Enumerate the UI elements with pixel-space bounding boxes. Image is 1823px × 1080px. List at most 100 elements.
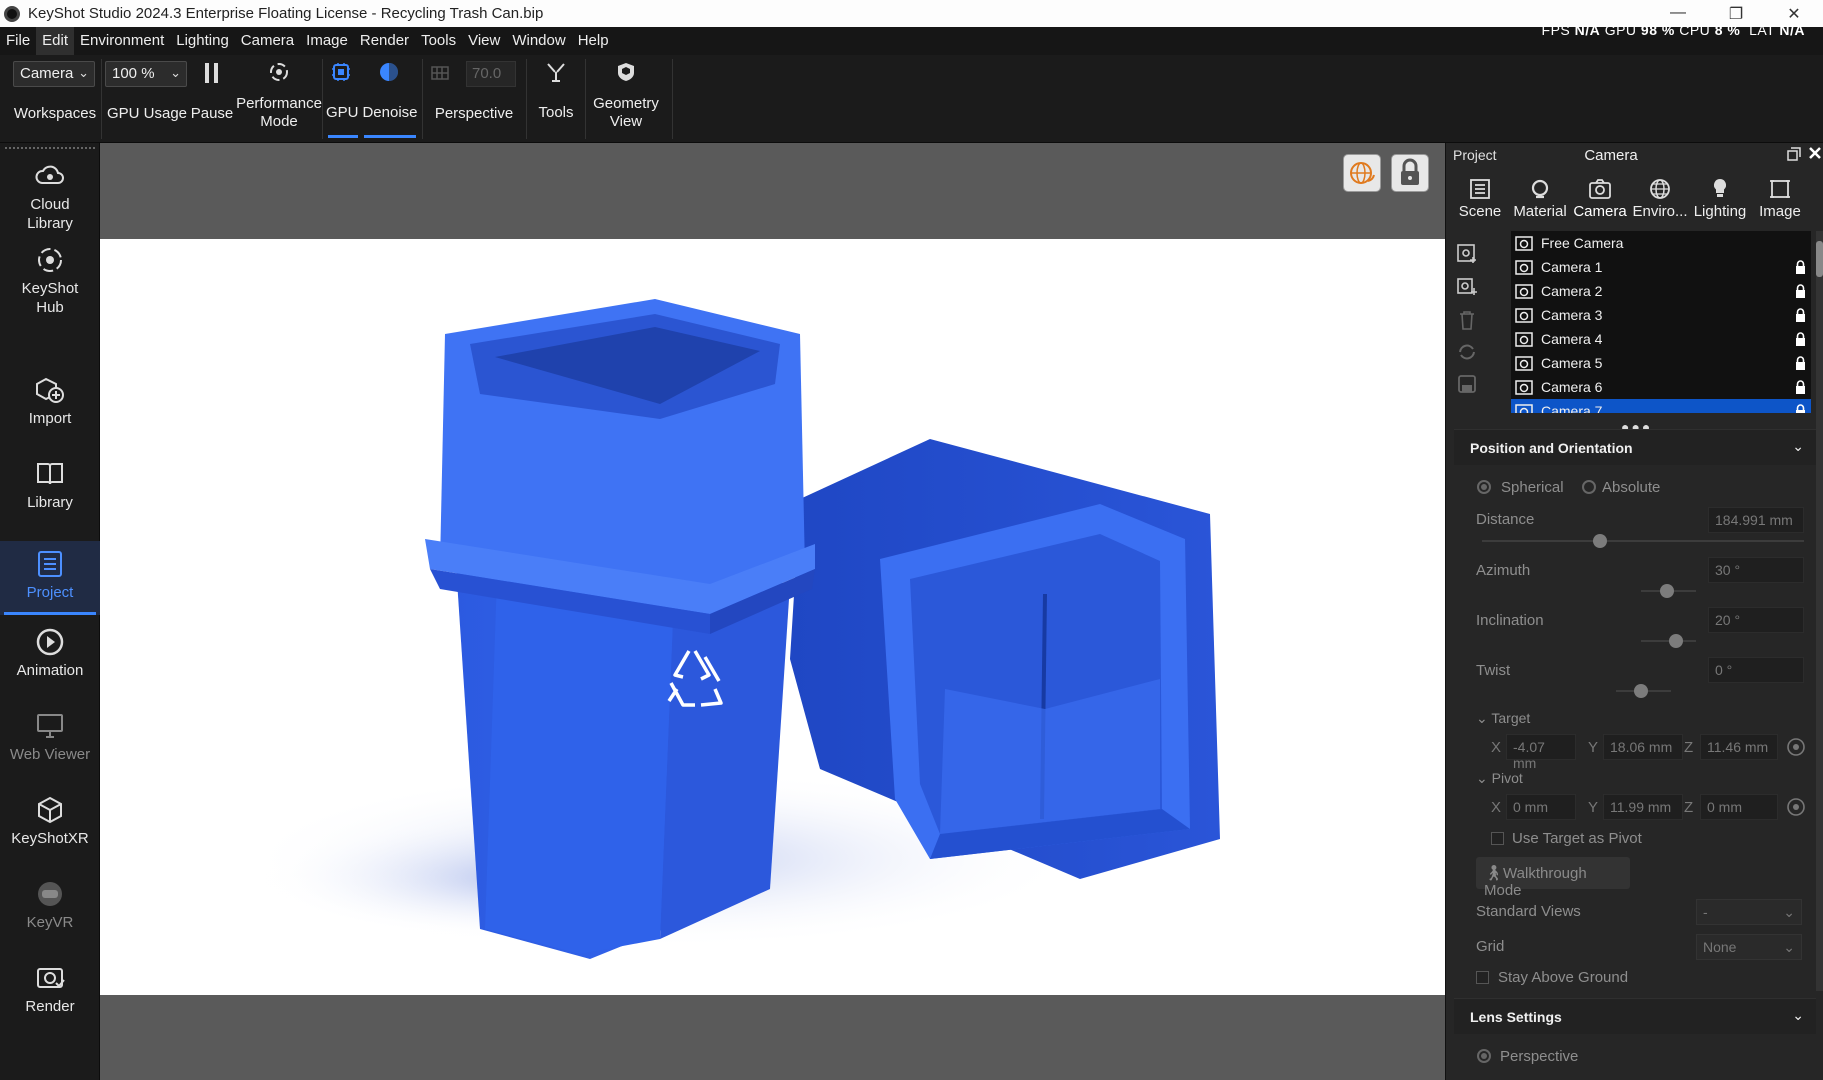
viewport-environment-button[interactable] (1343, 154, 1381, 192)
menu-image[interactable]: Image (300, 27, 354, 55)
menu-tools[interactable]: Tools (415, 27, 462, 55)
walkthrough-mode-button[interactable]: 🚶︎Walkthrough Mode (1476, 857, 1630, 899)
lock-icon[interactable] (1794, 332, 1807, 346)
render-camera-icon (37, 968, 65, 988)
sidebar-item-animation[interactable]: Animation (0, 627, 100, 687)
workspace-select[interactable]: Camera ⌄ (13, 61, 95, 87)
target-x-input[interactable]: -4.07 mm (1506, 734, 1576, 771)
camera-list-item[interactable]: Camera 1 (1511, 255, 1811, 279)
menu-render[interactable]: Render (354, 27, 415, 55)
target-y-input[interactable]: 18.06 mm (1603, 734, 1683, 760)
inclination-input[interactable]: 20 ° (1708, 607, 1804, 633)
camera-list-item-selected[interactable]: Camera 7 (1511, 399, 1811, 413)
target-expander[interactable]: ⌄ Target (1476, 710, 1530, 727)
absolute-radio[interactable] (1582, 480, 1596, 494)
azimuth-input[interactable]: 30 ° (1708, 557, 1804, 583)
gpu-usage-select[interactable]: 100 % ⌄ (105, 61, 187, 87)
tools-icon (547, 63, 565, 82)
camera-list-item[interactable]: Camera 6 (1511, 375, 1811, 399)
walk-icon: 🚶︎ (1484, 865, 1504, 882)
use-target-pivot-checkbox[interactable] (1491, 832, 1504, 845)
pivot-y-input[interactable]: 11.99 mm (1603, 794, 1683, 820)
menu-camera[interactable]: Camera (235, 27, 300, 55)
lock-icon[interactable] (1794, 404, 1807, 413)
pause-icon (205, 63, 218, 83)
lock-icon[interactable] (1794, 356, 1807, 370)
sidebar-item-import[interactable]: Import (0, 375, 100, 435)
add-camera-icon[interactable] (1456, 243, 1478, 265)
pivot-expander[interactable]: ⌄ Pivot (1476, 770, 1523, 787)
menu-help[interactable]: Help (572, 27, 615, 55)
render-viewport[interactable] (100, 143, 1445, 1080)
menu-window[interactable]: Window (506, 27, 571, 55)
maximize-button[interactable]: ❐ (1707, 4, 1765, 24)
render-canvas[interactable] (100, 239, 1445, 995)
chevron-down-icon: ⌄ (1783, 904, 1795, 920)
menu-file[interactable]: File (0, 27, 36, 55)
menu-view[interactable]: View (462, 27, 506, 55)
menu-edit[interactable]: Edit (36, 27, 75, 55)
chevron-down-icon: ⌄ (170, 65, 181, 80)
undock-icon[interactable] (1787, 147, 1801, 161)
camera-icon (1515, 284, 1533, 299)
camera-list-item-free[interactable]: Free Camera (1511, 231, 1811, 255)
panel-scrollbar[interactable] (1816, 231, 1823, 991)
lock-icon[interactable] (1794, 284, 1807, 298)
lightbulb-icon (1713, 178, 1727, 197)
viewport-lock-button[interactable] (1391, 154, 1429, 192)
twist-input[interactable]: 0 ° (1708, 657, 1804, 683)
sidebar-item-cloud-library[interactable]: Cloud Library (0, 161, 100, 232)
stay-above-ground-checkbox[interactable] (1476, 971, 1489, 984)
camera-list-item[interactable]: Camera 5 (1511, 351, 1811, 375)
lens-settings-header[interactable]: Lens Settings ⌄ (1454, 998, 1816, 1034)
save-camera-icon[interactable] (1456, 373, 1478, 395)
pivot-x-input[interactable]: 0 mm (1506, 794, 1576, 820)
inclination-slider[interactable] (1669, 634, 1683, 648)
azimuth-label: Azimuth (1476, 562, 1531, 579)
fov-input[interactable]: 70.0 (466, 61, 516, 87)
sidebar-item-web-viewer[interactable]: Web Viewer (0, 711, 100, 771)
sidebar-item-keyshot-hub[interactable]: KeyShot Hub (0, 245, 100, 316)
performance-mode-icon (270, 63, 288, 81)
distance-slider[interactable] (1593, 534, 1607, 548)
lock-icon[interactable] (1794, 260, 1807, 274)
reset-camera-icon[interactable] (1456, 341, 1478, 363)
lock-icon[interactable] (1794, 308, 1807, 322)
menu-environment[interactable]: Environment (74, 27, 170, 55)
menu-lighting[interactable]: Lighting (170, 27, 235, 55)
spherical-radio[interactable] (1477, 480, 1491, 494)
tab-scene[interactable]: Scene (1450, 167, 1510, 243)
twist-slider[interactable] (1634, 684, 1648, 698)
minimize-button[interactable]: — (1649, 4, 1707, 24)
distance-input[interactable]: 184.991 mm (1708, 507, 1804, 533)
sidebar-item-keyvr[interactable]: KeyVR (0, 879, 100, 939)
position-orientation-header[interactable]: Position and Orientation ⌄ (1454, 429, 1816, 465)
delete-camera-icon[interactable] (1456, 309, 1478, 331)
camera-list-item[interactable]: Camera 3 (1511, 303, 1811, 327)
azimuth-slider[interactable] (1660, 584, 1674, 598)
import-icon (36, 377, 64, 403)
sidebar-item-project[interactable]: Project (0, 541, 100, 615)
pivot-z-input[interactable]: 0 mm (1700, 794, 1778, 820)
lens-perspective-radio[interactable] (1477, 1049, 1491, 1063)
spherical-label: Spherical (1501, 479, 1564, 496)
left-sidebar: Cloud Library KeyShot Hub Import Library P… (0, 143, 100, 1080)
standard-views-label: Standard Views (1476, 903, 1581, 920)
ribbon-toolbar: Camera ⌄ Workspaces 100 % ⌄ GPU Usage Paus… (0, 55, 1823, 143)
close-panel-icon[interactable] (1808, 146, 1822, 160)
duplicate-camera-icon[interactable] (1456, 275, 1478, 297)
camera-list-item[interactable]: Camera 4 (1511, 327, 1811, 351)
grid-select[interactable]: None ⌄ (1696, 934, 1802, 960)
target-z-input[interactable]: 11.46 mm (1700, 734, 1778, 760)
sidebar-item-library[interactable]: Library (0, 459, 100, 519)
project-list-icon (38, 551, 62, 577)
standard-views-select[interactable]: - ⌄ (1696, 899, 1802, 925)
lock-icon[interactable] (1794, 380, 1807, 394)
sidebar-item-render[interactable]: Render (0, 963, 100, 1023)
camera-list-item[interactable]: Camera 2 (1511, 279, 1811, 303)
target-picker-icon[interactable] (1786, 737, 1806, 757)
pivot-picker-icon[interactable] (1786, 797, 1806, 817)
sidebar-item-keyshotxr[interactable]: KeyShotXR (0, 795, 100, 855)
perspective-grid-icon (431, 66, 449, 80)
close-window-button[interactable]: ✕ (1765, 4, 1823, 24)
